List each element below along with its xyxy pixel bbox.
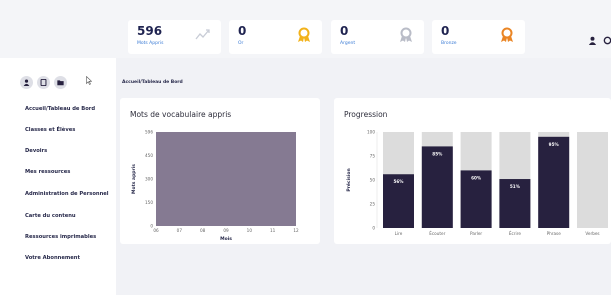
stat-label-bronze: Bronze bbox=[441, 41, 457, 46]
document-icon bbox=[40, 79, 47, 86]
x-tick-label: 10 bbox=[247, 228, 253, 233]
bar-background-5 bbox=[577, 132, 608, 228]
x-tick-label: Écrire bbox=[509, 231, 521, 236]
x-tick-label: Parler bbox=[470, 231, 482, 236]
stat-label-gold: Or bbox=[238, 41, 244, 46]
stat-label-words: Mots Appris bbox=[137, 41, 164, 46]
gold-medal-icon bbox=[298, 27, 310, 42]
progress-bar-chart: 0 25 50 75 100 Précision 56% Lire 85% Écouter 60% P… bbox=[345, 130, 608, 236]
sidebar-item-printables[interactable]: Ressources imprimables bbox=[25, 234, 96, 240]
x-tick-label: 09 bbox=[223, 228, 229, 233]
x-tick-label: Lire bbox=[395, 231, 403, 236]
stat-card-words: 596 Mots Appris bbox=[128, 20, 221, 54]
progress-chart-panel: Progression 0 25 50 75 100 Précision 56% Lire 85… bbox=[334, 98, 611, 244]
vocab-chart-panel: Mots de vocabulaire appris 0 150 300 450 596… bbox=[120, 98, 320, 244]
top-stats-bar: 596 Mots Appris 0 Or 0 Argent 0 Bronze bbox=[0, 0, 611, 58]
bar-value-label: 95% bbox=[549, 142, 560, 147]
y-tick-label: 75 bbox=[370, 154, 376, 159]
y-tick-label: 150 bbox=[145, 200, 153, 205]
stat-value-words: 596 bbox=[137, 24, 163, 38]
y-axis-label: Précision bbox=[345, 168, 352, 191]
vocab-area-chart: 015030045059606 07 08 09 10 11 12MoisMots appr… bbox=[131, 130, 299, 243]
x-axis-label: Mois bbox=[220, 236, 232, 242]
sidebar-item-subscription[interactable]: Votre Abonnement bbox=[25, 255, 80, 261]
sidebar: Accueil/Tableau de Bord Classes et Élève… bbox=[0, 58, 116, 295]
x-tick-label: Verbes bbox=[585, 231, 599, 236]
settings-icon[interactable] bbox=[603, 36, 611, 45]
quick-action-document[interactable] bbox=[37, 76, 50, 89]
stat-label-silver: Argent bbox=[340, 41, 356, 46]
sidebar-item-resources[interactable]: Mes ressources bbox=[25, 169, 70, 175]
x-tick-label: 11 bbox=[270, 228, 276, 233]
x-tick-label: Phrase bbox=[547, 231, 562, 236]
x-tick-label: 07 bbox=[177, 228, 183, 233]
bronze-medal-icon bbox=[501, 27, 513, 42]
bar-4 bbox=[538, 136, 570, 228]
x-tick-label: 06 bbox=[153, 228, 159, 233]
stat-card-gold: 0 Or bbox=[229, 20, 322, 54]
mouse-cursor-icon bbox=[86, 76, 92, 85]
stat-value-silver: 0 bbox=[340, 24, 349, 38]
y-axis-label: Mots appris bbox=[131, 164, 137, 194]
y-tick-label: 596 bbox=[145, 130, 153, 135]
y-tick-label: 100 bbox=[367, 130, 375, 135]
folder-icon bbox=[57, 80, 64, 86]
y-tick-label: 50 bbox=[370, 178, 376, 183]
stat-card-silver: 0 Argent bbox=[331, 20, 424, 54]
breadcrumb[interactable]: Accueil/Tableau de Bord bbox=[122, 80, 183, 85]
trend-line-icon bbox=[195, 29, 210, 40]
y-tick-label: 300 bbox=[145, 177, 153, 182]
user-menu-icon[interactable] bbox=[588, 36, 597, 45]
stat-value-bronze: 0 bbox=[441, 24, 450, 38]
sidebar-item-content-map[interactable]: Carte du contenu bbox=[25, 213, 76, 219]
bar-value-label: 56% bbox=[393, 179, 404, 184]
y-tick-label: 25 bbox=[370, 202, 376, 207]
bar-1 bbox=[421, 146, 453, 228]
x-tick-label: 12 bbox=[293, 228, 299, 233]
bar-value-label: 60% bbox=[471, 175, 482, 180]
silver-medal-icon bbox=[400, 27, 412, 42]
x-tick-label: Écouter bbox=[429, 231, 445, 236]
y-tick-label: 0 bbox=[372, 226, 375, 231]
quick-action-folder[interactable] bbox=[54, 76, 67, 89]
sidebar-item-homework[interactable]: Devoirs bbox=[25, 148, 47, 154]
quick-action-profile[interactable] bbox=[20, 76, 33, 89]
vocab-area-series bbox=[156, 132, 296, 226]
y-tick-label: 450 bbox=[145, 153, 153, 158]
x-tick-label: 08 bbox=[200, 228, 206, 233]
stat-card-bronze: 0 Bronze bbox=[432, 20, 525, 54]
stat-value-gold: 0 bbox=[238, 24, 247, 38]
sidebar-item-staff-admin[interactable]: Administration de Personnel bbox=[25, 191, 109, 197]
sidebar-item-dashboard[interactable]: Accueil/Tableau de Bord bbox=[25, 106, 95, 112]
sidebar-item-classes[interactable]: Classes et Élèves bbox=[25, 127, 75, 133]
bar-value-label: 51% bbox=[510, 184, 521, 189]
bar-value-label: 85% bbox=[432, 151, 443, 156]
user-icon bbox=[23, 79, 30, 86]
